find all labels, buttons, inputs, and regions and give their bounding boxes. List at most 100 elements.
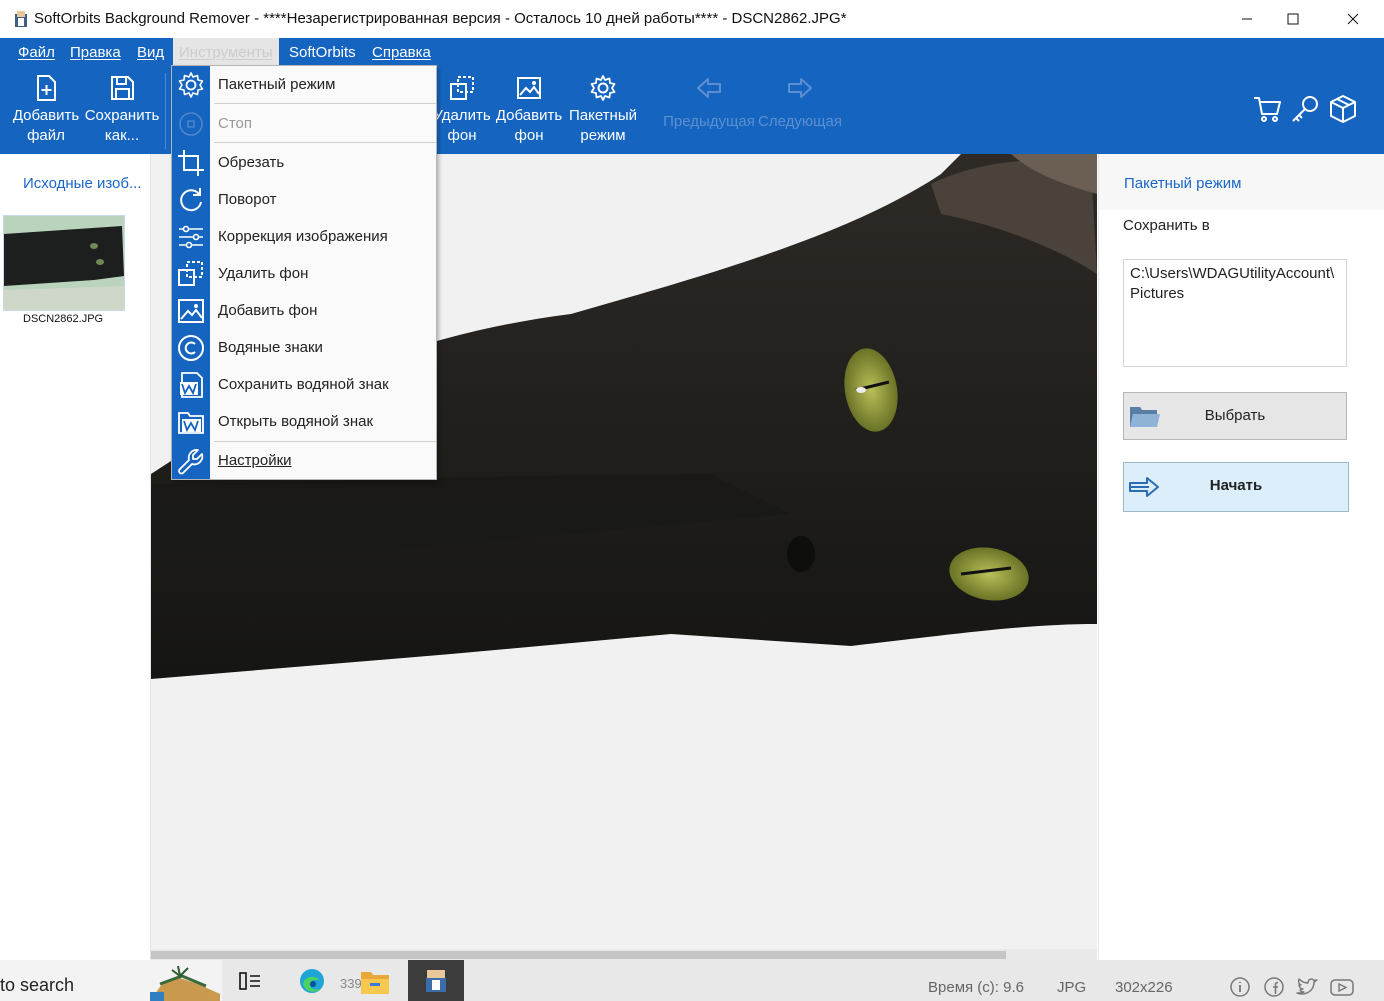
cart-icon[interactable] <box>1252 94 1282 124</box>
minimize-icon <box>1242 18 1252 20</box>
search-placeholder: to search <box>0 975 75 995</box>
thumbnail-filename: DSCN2862.JPG <box>23 313 104 325</box>
copyright-icon <box>178 335 204 361</box>
status-format: JPG <box>1057 979 1087 996</box>
menu-item-remove-bg[interactable]: Удалить фон <box>172 255 436 292</box>
image-icon <box>178 299 204 323</box>
search-highlight-icon <box>150 965 220 1001</box>
status-bar: Время (с): 9.6 JPG 302x226 <box>925 960 1384 1001</box>
menu-item-label: Пакетный режим <box>218 76 336 93</box>
batch-panel: Пакетный режим Сохранить в C:\Users\WDAG… <box>1098 154 1384 960</box>
facebook-icon[interactable] <box>1263 976 1285 998</box>
menu-separator <box>214 142 436 143</box>
menu-item-image-correction[interactable]: Коррекция изображения <box>172 218 436 255</box>
menu-item-watermarks[interactable]: Водяные знаки <box>172 329 436 366</box>
remove-bg-button[interactable]: Удалить фон <box>432 74 492 146</box>
taskbar: to search 339 Время (с): 9.6 JPG 302x226 <box>0 960 1384 1001</box>
remove-bg-label-2: фон <box>447 127 477 144</box>
arrow-left-icon <box>697 78 721 98</box>
menu-item-batch-mode[interactable]: Пакетный режим <box>172 66 436 103</box>
choose-folder-button[interactable]: Выбрать <box>1123 392 1347 440</box>
image-icon <box>517 77 541 99</box>
add-bg-label-1: Добавить <box>495 107 563 124</box>
edge-icon <box>300 969 324 993</box>
save-to-label: Сохранить в <box>1123 217 1210 234</box>
menu-help[interactable]: Справка <box>372 44 431 61</box>
gear-icon <box>178 72 204 98</box>
output-path-field[interactable]: C:\Users\WDAGUtilityAccount\Pictures <box>1123 259 1347 367</box>
menu-bar: Файл Правка Вид Инструменты SoftOrbits С… <box>0 38 1384 68</box>
rotate-icon <box>180 188 202 212</box>
youtube-icon[interactable] <box>1329 976 1355 998</box>
remove-bg-icon <box>178 261 203 286</box>
batch-mode-button[interactable]: Пакетный режим <box>566 74 640 146</box>
menu-item-save-watermark[interactable]: Сохранить водяной знак <box>172 366 436 403</box>
taskbar-search[interactable]: to search <box>0 960 222 1001</box>
add-file-button[interactable]: Добавить файл <box>8 74 84 146</box>
save-as-button[interactable]: Сохранить как... <box>84 74 160 146</box>
menu-separator <box>214 103 436 104</box>
save-as-label-2: как... <box>104 127 140 144</box>
remove-bg-icon <box>450 76 474 100</box>
next-button[interactable]: Следующая <box>756 74 844 132</box>
edge-taskbar-button[interactable]: 339 <box>290 960 362 1001</box>
maximize-icon <box>1287 13 1299 25</box>
box-icon[interactable] <box>1328 94 1358 124</box>
previous-label: Предыдущая <box>663 113 755 130</box>
sliders-icon <box>179 225 203 249</box>
app-taskbar-icon <box>426 970 446 992</box>
menu-item-add-bg[interactable]: Добавить фон <box>172 292 436 329</box>
scrollbar-thumb[interactable] <box>151 951 1006 959</box>
save-watermark-icon <box>180 372 203 398</box>
toolbar-separator <box>165 73 166 149</box>
previous-button[interactable]: Предыдущая <box>660 74 758 132</box>
menu-view[interactable]: Вид <box>137 44 164 61</box>
menu-softorbits[interactable]: SoftOrbits <box>289 44 356 61</box>
menu-item-open-watermark[interactable]: Открыть водяной знак <box>172 403 436 440</box>
thumbnail-image <box>4 216 124 310</box>
status-size: 302x226 <box>1115 979 1173 996</box>
save-as-label-1: Сохранить <box>84 107 160 124</box>
key-icon[interactable] <box>1290 94 1320 124</box>
menu-item-stop[interactable]: Стоп <box>172 105 436 142</box>
source-images-title[interactable]: Исходные изоб... <box>23 175 141 192</box>
start-button[interactable]: Начать <box>1123 462 1349 512</box>
image-thumbnail[interactable] <box>3 215 125 311</box>
menu-item-label: Удалить фон <box>218 265 309 282</box>
task-view-icon[interactable] <box>238 970 262 992</box>
add-file-label-2: файл <box>27 127 65 144</box>
menu-file[interactable]: Файл <box>18 44 55 61</box>
remove-bg-label-1: Удалить <box>433 107 491 124</box>
menu-item-label: Обрезать <box>218 154 285 171</box>
menu-item-rotate[interactable]: Поворот <box>172 181 436 218</box>
menu-item-label: Водяные знаки <box>218 339 323 356</box>
edge-badge: 339 <box>340 976 362 991</box>
batch-mode-label-2: режим <box>580 127 626 144</box>
menu-item-label: Добавить фон <box>218 302 318 319</box>
close-button[interactable] <box>1330 0 1376 38</box>
maximize-button[interactable] <box>1270 0 1316 38</box>
source-images-panel: Исходные изоб... DSCN2862.JPG <box>0 154 151 960</box>
window-title: SoftOrbits Background Remover - ****Неза… <box>34 10 847 27</box>
menu-item-label: Коррекция изображения <box>218 228 388 245</box>
menu-item-settings[interactable]: Настройки <box>172 442 436 479</box>
twitter-icon[interactable] <box>1295 976 1319 998</box>
start-button-label: Начать <box>1209 477 1263 494</box>
menu-tools[interactable]: Инструменты <box>173 38 279 68</box>
menu-item-label: Открыть водяной знак <box>218 413 374 430</box>
tools-menu-dropdown: Пакетный режим Стоп Обрезать Поворот Кор… <box>171 65 437 480</box>
menu-item-label: Сохранить водяной знак <box>218 376 389 393</box>
add-bg-button[interactable]: Добавить фон <box>494 74 564 146</box>
batch-panel-header: Пакетный режим <box>1099 154 1384 210</box>
batch-mode-label-1: Пакетный <box>568 107 637 124</box>
arrow-right-icon <box>788 78 812 98</box>
menu-item-crop[interactable]: Обрезать <box>172 144 436 181</box>
minimize-button[interactable] <box>1224 0 1270 38</box>
add-file-icon <box>37 75 56 101</box>
file-explorer-icon[interactable] <box>360 969 390 995</box>
menu-edit[interactable]: Правка <box>70 44 121 61</box>
info-icon[interactable] <box>1229 976 1251 998</box>
active-app-taskbar-button[interactable] <box>408 960 464 1001</box>
save-icon <box>111 76 134 100</box>
menu-item-label: Поворот <box>218 191 277 208</box>
